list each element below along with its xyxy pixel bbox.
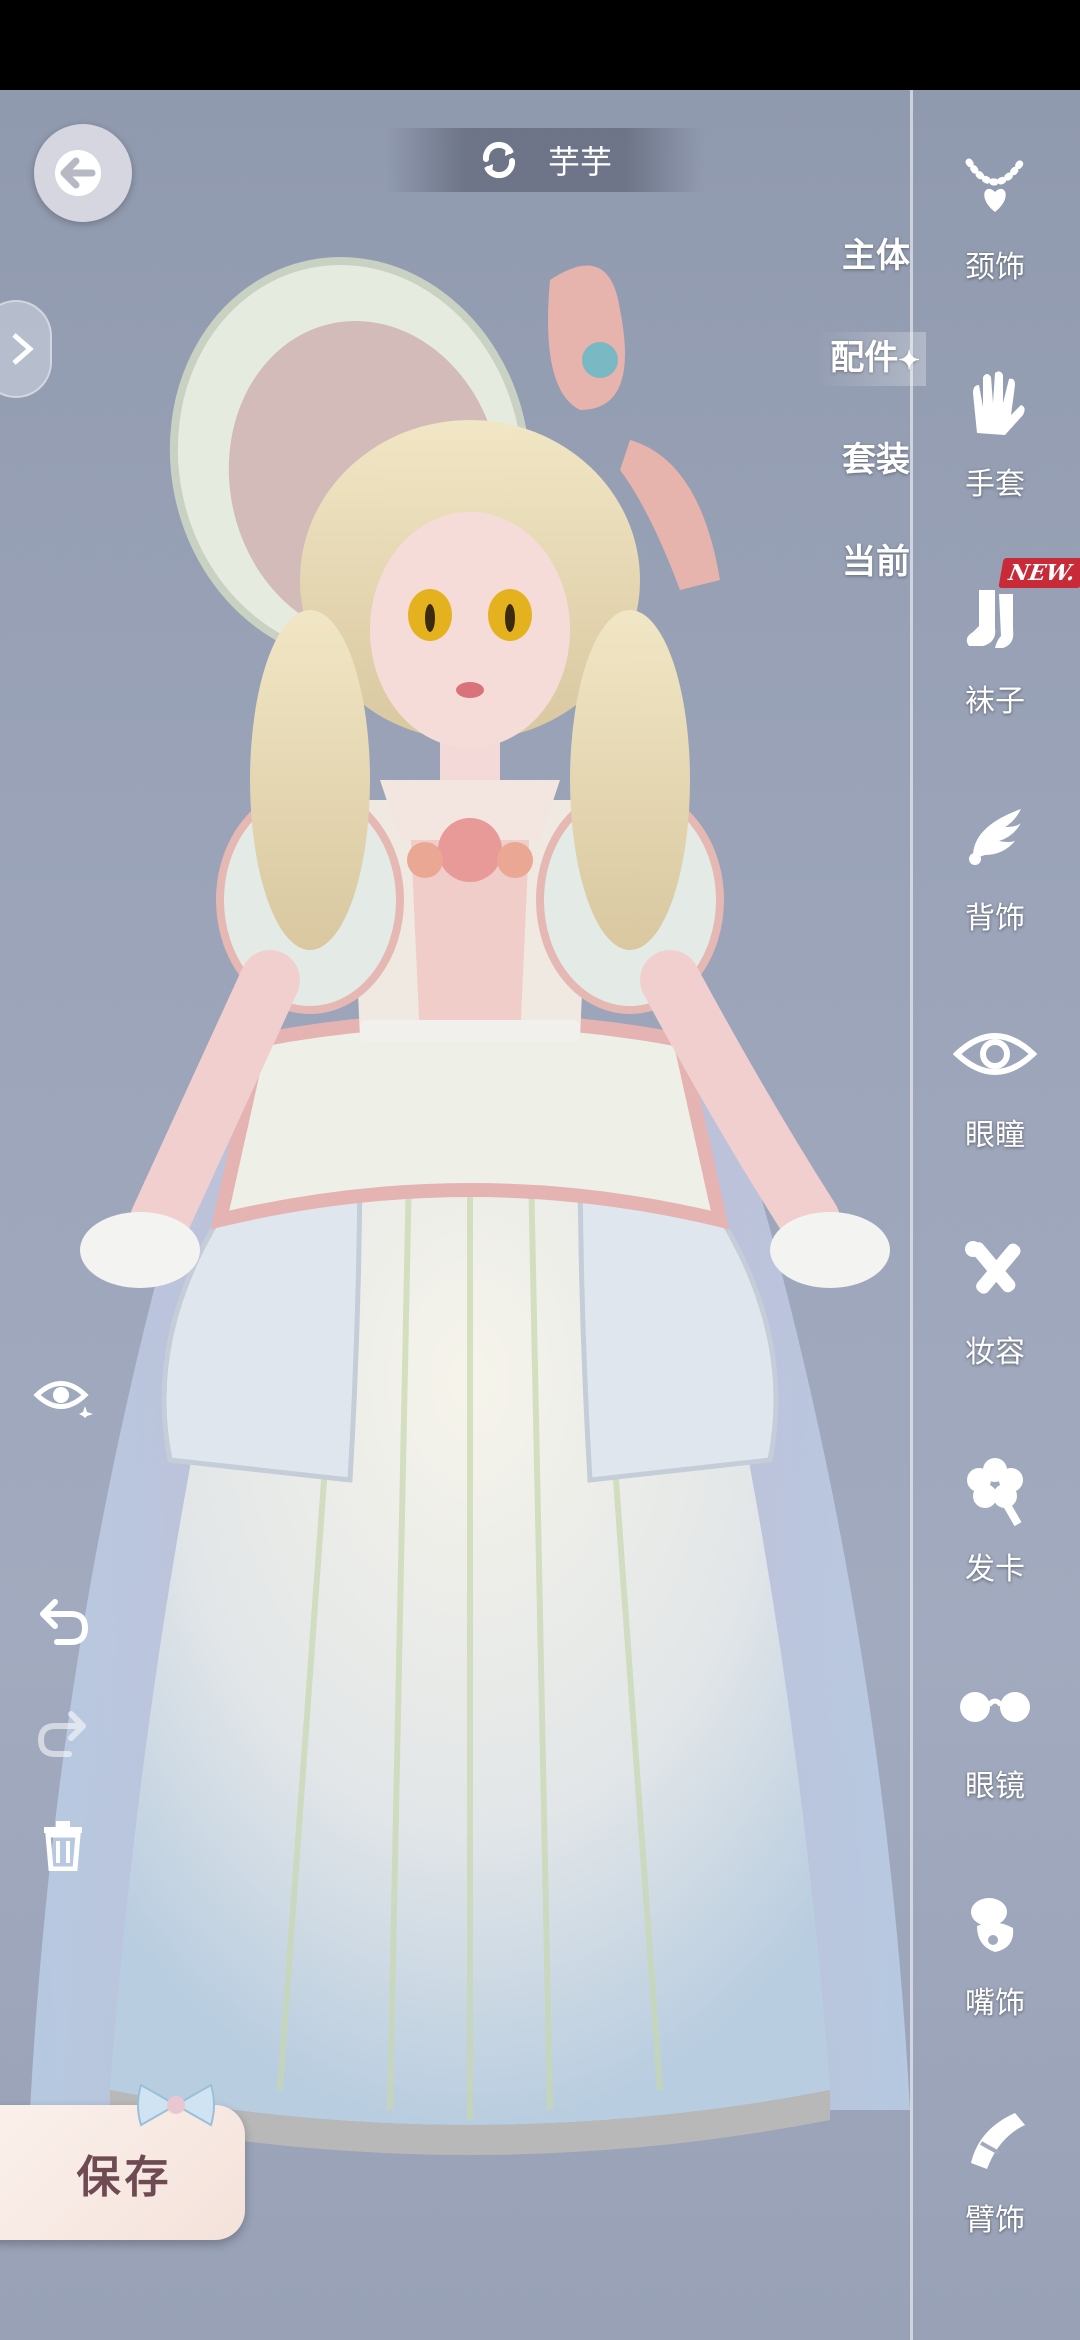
mouth-accessory-icon: [949, 1876, 1041, 1968]
slot-socks[interactable]: NEW. 袜子: [925, 558, 1080, 791]
tab-sets[interactable]: 套装: [800, 432, 910, 534]
status-bar: [0, 0, 1080, 90]
new-badge: NEW.: [998, 558, 1080, 588]
redo-button[interactable]: [30, 1700, 96, 1766]
refresh-icon[interactable]: [478, 139, 520, 181]
tab-accessories-label: 配件: [830, 338, 899, 378]
tab-accessories[interactable]: 配件✦: [800, 330, 926, 432]
tab-current[interactable]: 当前: [800, 534, 910, 636]
slot-label: 发卡: [965, 1552, 1025, 1587]
redo-icon: [37, 1711, 86, 1757]
slot-necklace[interactable]: 颈饰: [925, 140, 1065, 357]
eye-icon: [949, 1008, 1041, 1100]
accessory-slot-rail: 颈饰 手套 NEW. 袜子 背饰 眼瞳 妆容 发卡 眼镜 嘴饰 臂饰: [925, 140, 1080, 2310]
character-model: [30, 257, 910, 2155]
slot-label: 眼瞳: [965, 1118, 1025, 1153]
arm-accessory-icon: [949, 2093, 1041, 2185]
glove-icon: [949, 357, 1041, 449]
character-name: 芋芋: [547, 143, 612, 181]
character-title-bar[interactable]: 芋芋: [385, 128, 705, 192]
necklace-icon: [949, 140, 1041, 232]
rail-divider: [910, 90, 913, 2340]
slot-label: 嘴饰: [965, 1986, 1025, 2021]
slot-label: 眼镜: [965, 1769, 1025, 1804]
hairpin-flower-icon: [949, 1442, 1041, 1534]
slot-glasses[interactable]: 眼镜: [925, 1659, 1065, 1876]
slot-label: 袜子: [965, 684, 1025, 719]
category-tabs: 主体 配件✦ 套装 当前: [800, 228, 926, 636]
wing-icon: [949, 791, 1041, 883]
chevron-right-icon: [12, 333, 34, 365]
trash-icon: [44, 1821, 82, 1871]
slot-label: 臂饰: [965, 2203, 1025, 2238]
slot-mouth-accessory[interactable]: 嘴饰: [925, 1876, 1065, 2093]
delete-button[interactable]: [30, 1812, 96, 1878]
slot-hairpin[interactable]: 发卡: [925, 1442, 1065, 1659]
slot-label: 颈饰: [965, 250, 1025, 285]
slot-eyes[interactable]: 眼瞳: [925, 1008, 1065, 1225]
glasses-icon: [949, 1659, 1041, 1751]
undo-icon: [40, 1599, 89, 1645]
side-panel-toggle[interactable]: [0, 300, 52, 398]
slot-gloves[interactable]: 手套: [925, 357, 1065, 574]
makeup-brush-icon: [949, 1225, 1041, 1317]
eye-sparkle-icon: [33, 1381, 93, 1418]
bow-decoration-icon: [137, 2083, 215, 2127]
slot-makeup[interactable]: 妆容: [925, 1225, 1065, 1442]
tab-main[interactable]: 主体: [800, 228, 910, 330]
visibility-toggle[interactable]: [30, 1362, 96, 1428]
slot-label: 妆容: [965, 1335, 1025, 1370]
slot-label: 背饰: [965, 901, 1025, 936]
slot-label: 手套: [965, 467, 1025, 502]
back-button[interactable]: [34, 124, 132, 222]
slot-back-accessory[interactable]: 背饰: [925, 791, 1065, 1008]
save-button[interactable]: 保存: [0, 2083, 245, 2240]
save-label: 保存: [76, 2151, 173, 2203]
slot-arm-accessory[interactable]: 臂饰: [925, 2093, 1065, 2310]
undo-button[interactable]: [30, 1588, 96, 1654]
arrow-left-icon: [55, 150, 101, 196]
